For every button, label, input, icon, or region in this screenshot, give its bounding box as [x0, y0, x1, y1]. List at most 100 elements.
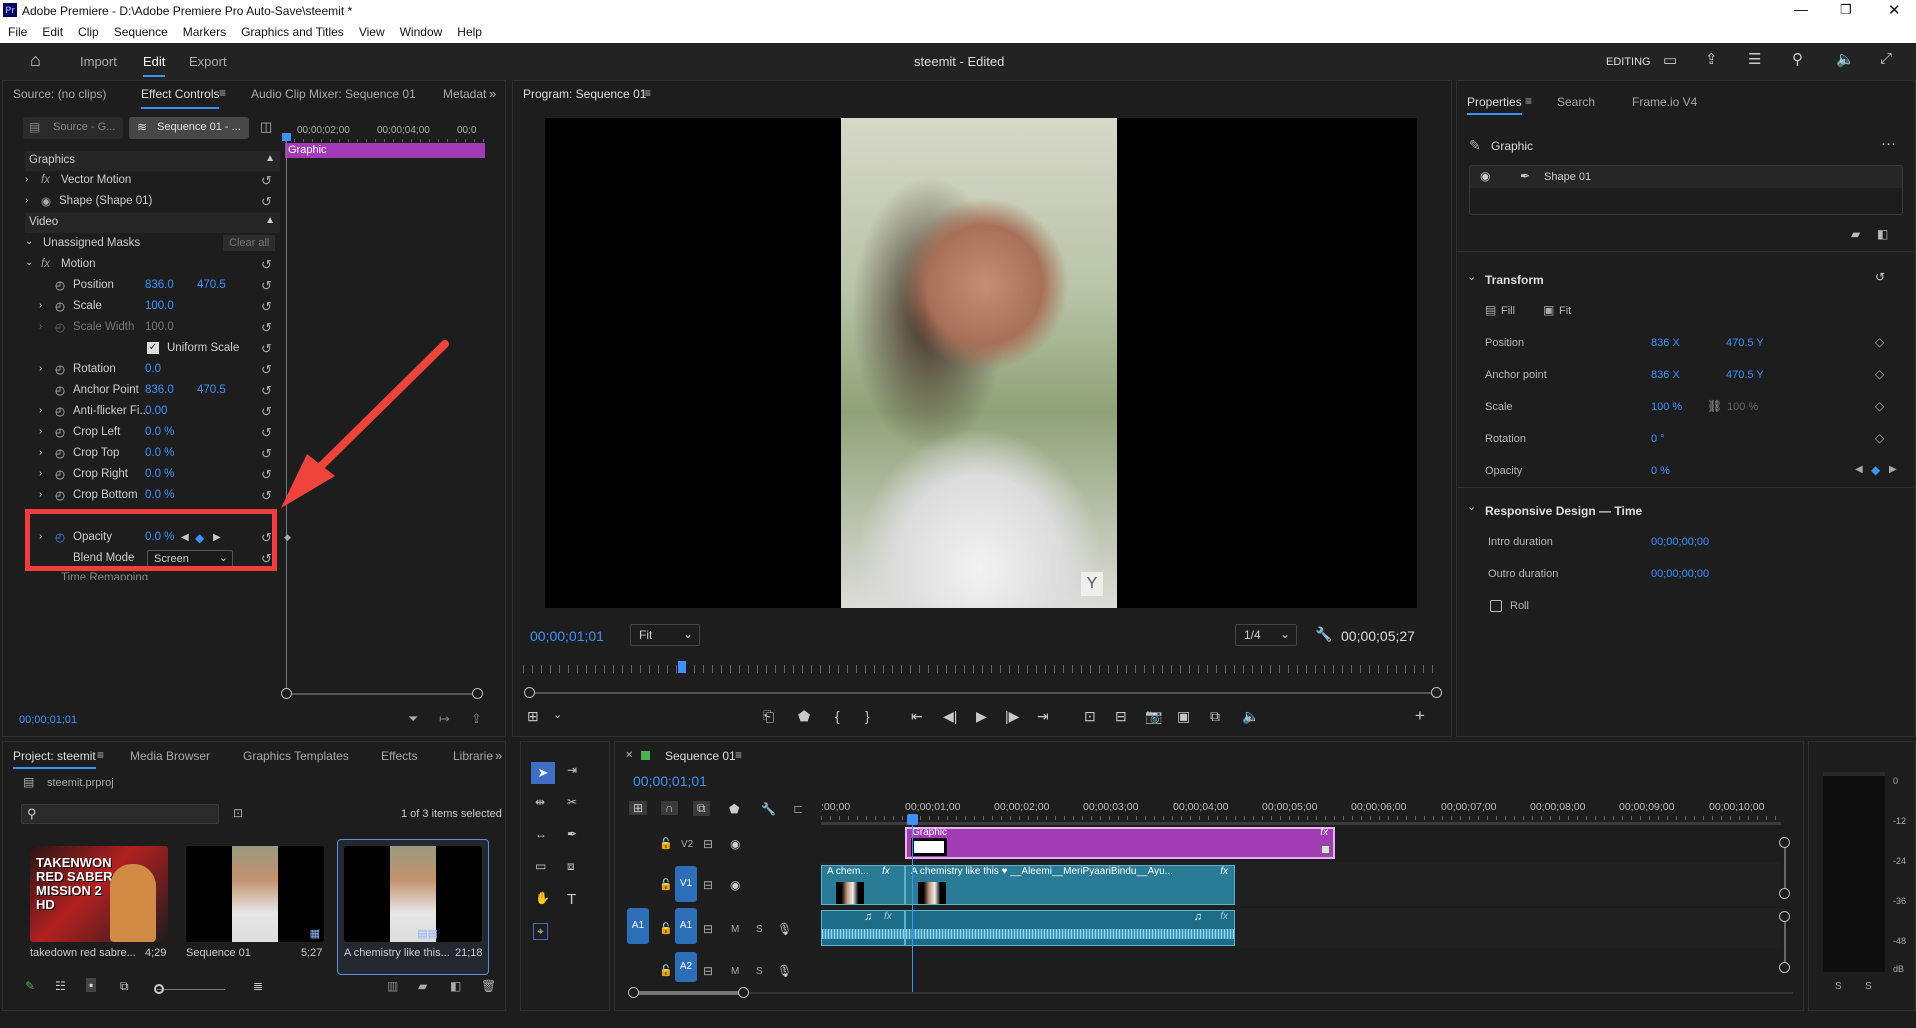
tab-source[interactable]: Source: (no clips): [13, 87, 106, 101]
menu-graphics[interactable]: Graphics and Titles: [241, 25, 344, 39]
insert-icon[interactable]: ⊡: [1084, 708, 1096, 725]
lock-icon[interactable]: 🔓: [659, 837, 673, 850]
close-icon[interactable]: ✕: [1888, 1, 1901, 19]
eye-icon[interactable]: ◉: [730, 837, 740, 851]
outro-duration-value[interactable]: 00;00;00;00: [1651, 568, 1709, 580]
timeline-ruler[interactable]: :00;00 00;00;01;00 00;00;02;00 00;00;03;…: [821, 799, 1781, 821]
anchor-x-value[interactable]: 836.0: [145, 384, 174, 396]
menu-clip[interactable]: Clip: [78, 25, 99, 39]
go-to-out-icon[interactable]: ⇥: [1037, 708, 1049, 725]
nest-toggle-icon[interactable]: ⊞: [629, 801, 648, 815]
settings-grid-icon[interactable]: ⊞: [527, 708, 539, 725]
solo-right-button[interactable]: S: [1865, 981, 1872, 992]
panel-menu-icon[interactable]: ≡: [644, 86, 651, 100]
panel-menu-icon[interactable]: ≡: [219, 86, 226, 100]
solo-button[interactable]: S: [756, 924, 763, 935]
reset-icon[interactable]: ↺: [261, 404, 272, 420]
tab-program[interactable]: Program: Sequence 01: [523, 87, 646, 101]
auto-reframe-icon[interactable]: ⌖: [533, 923, 548, 940]
fill-label[interactable]: Fill: [1501, 305, 1515, 317]
collapse-icon[interactable]: ▲: [265, 215, 275, 226]
scroll-handle-bottom[interactable]: [1779, 888, 1790, 899]
uniform-scale-checkbox[interactable]: ✓: [147, 342, 159, 354]
play-icon[interactable]: ▶: [976, 708, 987, 725]
reset-icon[interactable]: ↺: [261, 173, 272, 189]
new-layer-icon[interactable]: ◧: [1877, 227, 1888, 241]
fill-icon[interactable]: ▤: [1485, 303, 1496, 317]
row-crop-bottom[interactable]: › ◴ Crop Bottom 0.0 % ↺: [25, 486, 280, 506]
expand-icon[interactable]: ›: [39, 363, 42, 374]
export-frame-icon[interactable]: ⇪: [471, 711, 482, 727]
menu-edit[interactable]: Edit: [42, 25, 63, 39]
more-options-icon[interactable]: ···: [1881, 135, 1896, 152]
source-dropdown[interactable]: ▤ Source - G...: [23, 117, 123, 139]
fx-icon[interactable]: fx: [1220, 866, 1228, 877]
fx-icon[interactable]: fx: [41, 174, 50, 186]
rotation-value[interactable]: 0.0: [145, 363, 161, 375]
import-tab[interactable]: Import: [80, 54, 117, 69]
menu-file[interactable]: File: [8, 25, 27, 39]
wrench-icon[interactable]: 🔧: [1315, 626, 1332, 643]
tab-audio-clip-mixer[interactable]: Audio Clip Mixer: Sequence 01: [251, 87, 416, 101]
reset-icon[interactable]: ↺: [261, 425, 272, 441]
stopwatch-icon[interactable]: ◴: [55, 299, 65, 313]
razor-tool-icon[interactable]: ✂: [567, 795, 577, 809]
timeline-playhead-head[interactable]: [907, 814, 918, 825]
camera-icon[interactable]: 📷: [1145, 708, 1162, 725]
selection-tool-icon[interactable]: ➤: [531, 762, 555, 784]
fx-icon[interactable]: fx: [41, 258, 50, 270]
tab-project[interactable]: Project: steemit: [13, 749, 96, 769]
chevron-down-icon[interactable]: ⌄: [1467, 270, 1476, 283]
video-track-scrollbar[interactable]: [1779, 837, 1790, 899]
step-forward-icon[interactable]: |▶: [1005, 708, 1019, 725]
stopwatch-icon[interactable]: ◴: [55, 467, 65, 481]
chevron-down-icon[interactable]: ⌄: [553, 708, 562, 721]
timeline-zoom-bar[interactable]: [628, 987, 1793, 998]
microphone-icon[interactable]: 🎙: [777, 922, 792, 936]
expand-icon[interactable]: ›: [39, 426, 42, 437]
chevron-down-icon[interactable]: ⌄: [25, 257, 33, 268]
fit-icon[interactable]: ▣: [1543, 303, 1554, 317]
menu-help[interactable]: Help: [457, 25, 482, 39]
audio-clip[interactable]: fx ♫: [821, 910, 905, 946]
mute-button[interactable]: M: [731, 966, 739, 977]
add-button-icon[interactable]: +: [1415, 706, 1425, 726]
expand-icon[interactable]: ›: [39, 447, 42, 458]
panel-menu-icon[interactable]: ≡: [735, 748, 742, 762]
eye-icon[interactable]: ◉: [1480, 169, 1490, 183]
timeline-timecode[interactable]: 00;00;01;01: [633, 773, 707, 789]
program-ruler[interactable]: [523, 665, 1441, 673]
ripple-edit-tool-icon[interactable]: ⇹: [535, 795, 545, 809]
crop-right-value[interactable]: 0.0 %: [145, 468, 174, 480]
toggle-timeline-icon[interactable]: ◫: [260, 119, 272, 135]
reset-icon[interactable]: ↺: [261, 278, 272, 294]
tab-graphics-templates[interactable]: Graphics Templates: [243, 749, 349, 763]
close-tab-icon[interactable]: ✕: [625, 750, 633, 761]
fx-icon[interactable]: fx: [1220, 911, 1228, 922]
expand-icon[interactable]: ›: [39, 468, 42, 479]
position-y-value[interactable]: 470.5: [197, 279, 226, 291]
crop-top-value[interactable]: 0.0 %: [145, 447, 174, 459]
ec-graphic-bar[interactable]: Graphic: [285, 143, 485, 158]
hand-tool-icon[interactable]: ✋: [535, 891, 550, 905]
reset-icon[interactable]: ↺: [261, 383, 272, 399]
edit-tab[interactable]: Edit: [143, 54, 166, 77]
add-marker-icon[interactable]: ⬟: [729, 802, 739, 816]
workspace-label[interactable]: EDITING: [1606, 56, 1651, 68]
track-label-a2[interactable]: A2: [675, 952, 697, 982]
opacity-keyframe-marker[interactable]: ◆: [284, 532, 291, 543]
prop-anchor-y[interactable]: 470.5 Y: [1726, 369, 1764, 381]
stopwatch-icon[interactable]: ◴: [55, 278, 65, 292]
ec-timecode[interactable]: 00;00;01;01: [19, 714, 77, 726]
zoom-slider-handle[interactable]: [154, 984, 164, 994]
zoom-fit-dropdown[interactable]: Fit ⌄: [630, 624, 700, 646]
sort-icon[interactable]: ≣: [253, 979, 263, 993]
expand-icon[interactable]: ›: [39, 321, 42, 332]
audio-track-scrollbar[interactable]: [1779, 911, 1790, 973]
tab-libraries[interactable]: Librarie: [453, 749, 493, 763]
reset-icon[interactable]: ↺: [261, 446, 272, 462]
program-timecode[interactable]: 00;00;01;01: [530, 628, 604, 644]
row-time-remapping[interactable]: Time Remapping: [25, 570, 280, 580]
scroll-handle-left[interactable]: [524, 687, 535, 698]
expand-icon[interactable]: ›: [39, 405, 42, 416]
